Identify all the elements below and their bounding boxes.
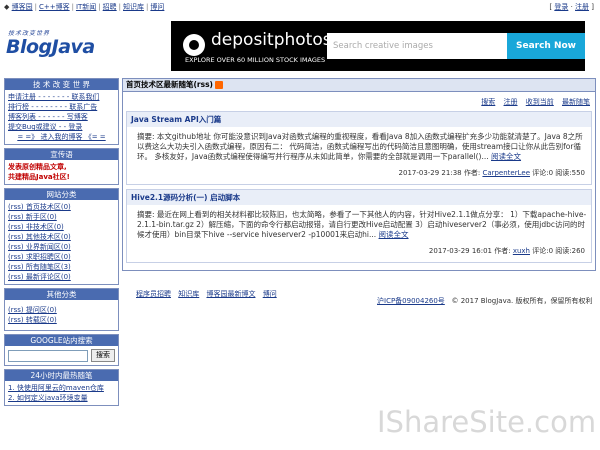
icp-link[interactable]: 沪ICP备09004260号 xyxy=(377,297,445,305)
action-current[interactable]: 收到当前 xyxy=(526,98,554,106)
post-title[interactable]: Java Stream API入门篇 xyxy=(127,112,591,127)
footer-link-q[interactable]: 博问 xyxy=(263,290,277,298)
post-date: 2017-03-29 21:38 作者: xyxy=(398,169,481,177)
action-latest[interactable]: 最新随笔 xyxy=(562,98,590,106)
tech-box-title: 技 术 改 变 世 界 xyxy=(5,79,118,90)
category-box-title: 网站分类 xyxy=(5,189,118,200)
login-link[interactable]: 登录 xyxy=(554,3,568,11)
login-links: [ 登录 · 注册 ] xyxy=(549,3,594,11)
hot-posts-box: 24小时内最热随笔 1. 快使用阿里云的maven仓库 2. 如何定义java环… xyxy=(4,369,119,406)
footer-links: 程序员招聘 知识库 博客园最新博文 博问 xyxy=(136,289,282,299)
sidebar-item-bloglist[interactable]: 博客列表 - - - - - - 写博客 xyxy=(8,112,115,122)
ad-search-input[interactable]: Search creative images xyxy=(327,33,507,59)
google-search-input[interactable] xyxy=(8,349,88,362)
topnav-itnews[interactable]: IT新闻 xyxy=(76,3,96,11)
sidebar-item-myblog[interactable]: = =》 进入我的博客 《= = xyxy=(8,132,115,142)
other-category-item[interactable]: (rss) 转载区(0) xyxy=(8,315,115,325)
category-item[interactable]: (rss) 求职招聘区(0) xyxy=(8,252,115,262)
google-box-title: GOOGLE站内搜索 xyxy=(5,335,118,346)
action-search[interactable]: 搜索 xyxy=(481,98,495,106)
rss-icon[interactable] xyxy=(214,81,223,89)
hot-box-title: 24小时内最热随笔 xyxy=(5,370,118,381)
topnav-kb[interactable]: 知识库 xyxy=(123,3,144,11)
category-item[interactable]: (rss) 非技术区(0) xyxy=(8,222,115,232)
ad-tagline: EXPLORE OVER 60 MILLION STOCK IMAGES xyxy=(185,56,326,64)
category-box: 网站分类 (rss) 首页技术区(0) (rss) 新手区(0) (rss) 非… xyxy=(4,188,119,285)
main-actions: 搜索 注册 收到当前 最新随笔 xyxy=(126,95,592,111)
category-item[interactable]: (rss) 新手区(0) xyxy=(8,212,115,222)
ad-brand: depositphotos xyxy=(211,30,332,50)
read-more-link[interactable]: 阅读全文 xyxy=(379,230,409,239)
post-summary-text: 摘要: 最近在网上看到的相关材料都比较陈旧，也太简略，参看了一下其他人的内容，针… xyxy=(137,210,587,239)
category-item[interactable]: (rss) 最新评论区(0) xyxy=(8,272,115,282)
depositphotos-ad[interactable]: depositphotos EXPLORE OVER 60 MILLION ST… xyxy=(171,21,585,71)
sidebar-item-register[interactable]: 申请注册 - - - - - - - 联系我们 xyxy=(8,92,115,102)
others-box-title: 其他分类 xyxy=(5,289,118,300)
others-box: 其他分类 (rss) 提问区(0) (rss) 转载区(0) xyxy=(4,288,119,331)
post-title[interactable]: Hive2.1源码分析(一) 启动脚本 xyxy=(127,190,591,205)
action-register[interactable]: 注册 xyxy=(504,98,518,106)
post-date: 2017-03-29 16:01 作者: xyxy=(428,247,511,255)
copyright-text: © 2017 BlogJava. 版权所有，保留所有权利 xyxy=(451,297,593,305)
post-item: Java Stream API入门篇 摘要: 本文github地址 你可能没意识… xyxy=(126,111,592,185)
top-navigation: ◆ 博客园 | C++博客 | IT新闻 | 招聘 | 知识库 | 博问 xyxy=(4,3,165,11)
footer-link-kb[interactable]: 知识库 xyxy=(178,290,199,298)
footer-copyright: 沪ICP备09004260号 © 2017 BlogJava. 版权所有，保留所… xyxy=(377,296,592,306)
promo-box: 宣传语 发表原创精品文章, 共建精品Java社区! xyxy=(4,148,119,185)
topnav-cnblogs[interactable]: 博客园 xyxy=(12,3,33,11)
main-title: 首页技术区最新随笔(rss) xyxy=(122,78,596,92)
topnav-cppblog[interactable]: C++博客 xyxy=(39,3,70,11)
post-author[interactable]: CarpenterLee xyxy=(482,169,530,177)
promo-box-title: 宣传语 xyxy=(5,149,118,160)
main-content: 首页技术区最新随笔(rss) 搜索 注册 收到当前 最新随笔 Java Stre… xyxy=(122,78,596,271)
topnav-jobs[interactable]: 招聘 xyxy=(103,3,117,11)
google-search-button[interactable]: 搜索 xyxy=(91,349,115,362)
footer-link-jobs[interactable]: 程序员招聘 xyxy=(136,290,171,298)
category-item[interactable]: (rss) 业界新闻区(0) xyxy=(8,242,115,252)
post-stats: 评论:0 阅读:550 xyxy=(532,169,585,177)
category-item[interactable]: (rss) 其他技术区(0) xyxy=(8,232,115,242)
footer-link-latest[interactable]: 博客园最新博文 xyxy=(206,290,255,298)
site-logo[interactable]: BlogJava xyxy=(6,36,95,58)
depositphotos-logo-icon xyxy=(183,34,205,56)
post-summary: 摘要: 最近在网上看到的相关材料都比较陈旧，也太简略，参看了一下其他人的内容，针… xyxy=(127,205,591,242)
post-meta: 2017-03-29 16:01 作者: xuxh 评论:0 阅读:260 xyxy=(127,242,591,262)
google-search-box: GOOGLE站内搜索 搜索 xyxy=(4,334,119,366)
category-item[interactable]: (rss) 所有随笔区(3) xyxy=(8,262,115,272)
read-more-link[interactable]: 阅读全文 xyxy=(491,152,521,161)
hot-post-item[interactable]: 1. 快使用阿里云的maven仓库 xyxy=(8,383,115,393)
post-author[interactable]: xuxh xyxy=(513,247,530,255)
topnav-q[interactable]: 博问 xyxy=(150,3,164,11)
post-summary: 摘要: 本文github地址 你可能没意识到Java对函数式编程的重视程度，看看… xyxy=(127,127,591,164)
sidebar: 技 术 改 变 世 界 申请注册 - - - - - - - 联系我们 排行榜 … xyxy=(4,78,119,409)
post-meta: 2017-03-29 21:38 作者: CarpenterLee 评论:0 阅… xyxy=(127,164,591,184)
sidebar-item-bug[interactable]: 提交Bug或建议 - - 登录 xyxy=(8,122,115,132)
promo-line-2: 共建精品Java社区! xyxy=(8,173,70,181)
ad-search-button[interactable]: Search Now xyxy=(507,33,585,59)
promo-line-1: 发表原创精品文章, xyxy=(8,163,67,171)
main-title-text: 首页技术区最新随笔(rss) xyxy=(126,80,213,89)
register-link[interactable]: 注册 xyxy=(575,3,589,11)
post-item: Hive2.1源码分析(一) 启动脚本 摘要: 最近在网上看到的相关材料都比较陈… xyxy=(126,189,592,263)
other-category-item[interactable]: (rss) 提问区(0) xyxy=(8,305,115,315)
post-stats: 评论:0 阅读:260 xyxy=(532,247,585,255)
sidebar-item-ranking[interactable]: 排行榜 - - - - - - - - 联系广告 xyxy=(8,102,115,112)
watermark-text: IShareSite.com xyxy=(377,405,597,439)
hot-post-item[interactable]: 2. 如何定义java环境变量 xyxy=(8,393,115,403)
tech-box: 技 术 改 变 世 界 申请注册 - - - - - - - 联系我们 排行榜 … xyxy=(4,78,119,145)
category-item[interactable]: (rss) 首页技术区(0) xyxy=(8,202,115,212)
